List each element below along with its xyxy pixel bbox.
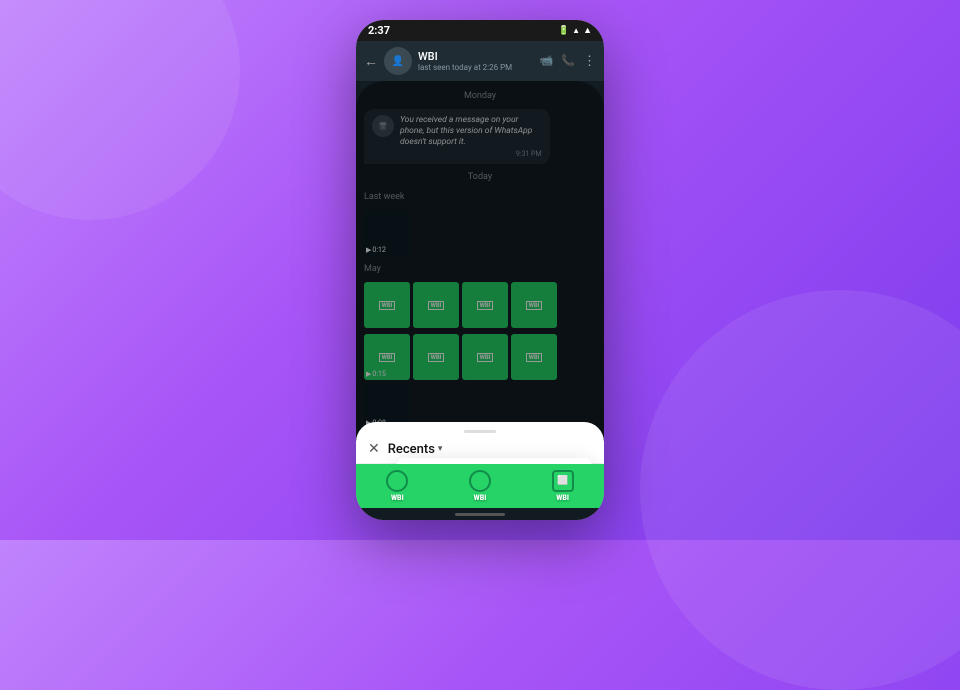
dropdown-menu: Recents 26 items ✓ Videos 4 items xyxy=(396,458,592,464)
green-wbi-bar: WBI WBI ⬜ WBI xyxy=(356,464,604,508)
bottom-sheet: ✕ Recents ▾ Recents 26 items ✓ xyxy=(356,422,604,464)
circle-icon-2 xyxy=(469,470,491,492)
back-button[interactable]: ← xyxy=(364,53,378,70)
sheet-title: Recents ▾ xyxy=(388,442,443,457)
wbi-text-3: WBI xyxy=(556,494,569,502)
sheet-title-text: Recents xyxy=(388,442,435,457)
contact-name: WBI xyxy=(418,50,534,63)
video-call-icon[interactable]: 📹 xyxy=(540,54,554,69)
home-bar xyxy=(455,513,505,516)
status-time: 2:37 xyxy=(368,24,390,37)
bg-decoration-1 xyxy=(0,0,240,220)
dropdown-item-recents[interactable]: Recents 26 items ✓ xyxy=(396,458,592,464)
chat-area: Monday 🖥 You received a message on your … xyxy=(356,81,604,464)
close-button[interactable]: ✕ xyxy=(368,441,380,457)
home-indicator xyxy=(356,508,604,520)
last-seen: last seen today at 2:26 PM xyxy=(418,63,534,72)
battery-icon: 🔋 xyxy=(558,26,569,36)
green-bar-item-1: WBI xyxy=(386,470,408,502)
wifi-icon: ▲ xyxy=(583,25,592,36)
avatar-icon: 👤 xyxy=(392,56,404,67)
status-bar: 2:37 🔋 ▲ ▲ xyxy=(356,20,604,41)
green-bar-item-2: WBI xyxy=(469,470,491,502)
wbi-text-2: WBI xyxy=(474,494,487,502)
chevron-down-icon[interactable]: ▾ xyxy=(438,444,443,454)
signal-bars: ▲ xyxy=(572,26,580,35)
status-icons: 🔋 ▲ ▲ xyxy=(558,25,592,36)
green-bar-item-3: ⬜ WBI xyxy=(552,470,574,502)
bg-decoration-2 xyxy=(640,290,960,690)
bottom-sheet-overlay xyxy=(356,81,604,464)
phone-call-icon[interactable]: 📞 xyxy=(561,54,575,69)
contact-avatar: 👤 xyxy=(384,47,412,75)
more-options-icon[interactable]: ⋮ xyxy=(583,54,596,69)
contact-info: WBI last seen today at 2:26 PM xyxy=(418,50,534,72)
phone-frame: 2:37 🔋 ▲ ▲ ← 👤 WBI last seen today at 2:… xyxy=(356,20,604,520)
wbi-text-1: WBI xyxy=(391,494,404,502)
share-screen-icon: ⬜ xyxy=(557,476,568,486)
chat-app-bar: ← 👤 WBI last seen today at 2:26 PM 📹 📞 ⋮ xyxy=(356,41,604,81)
circle-icon-1 xyxy=(386,470,408,492)
app-bar-actions: 📹 📞 ⋮ xyxy=(540,54,596,69)
